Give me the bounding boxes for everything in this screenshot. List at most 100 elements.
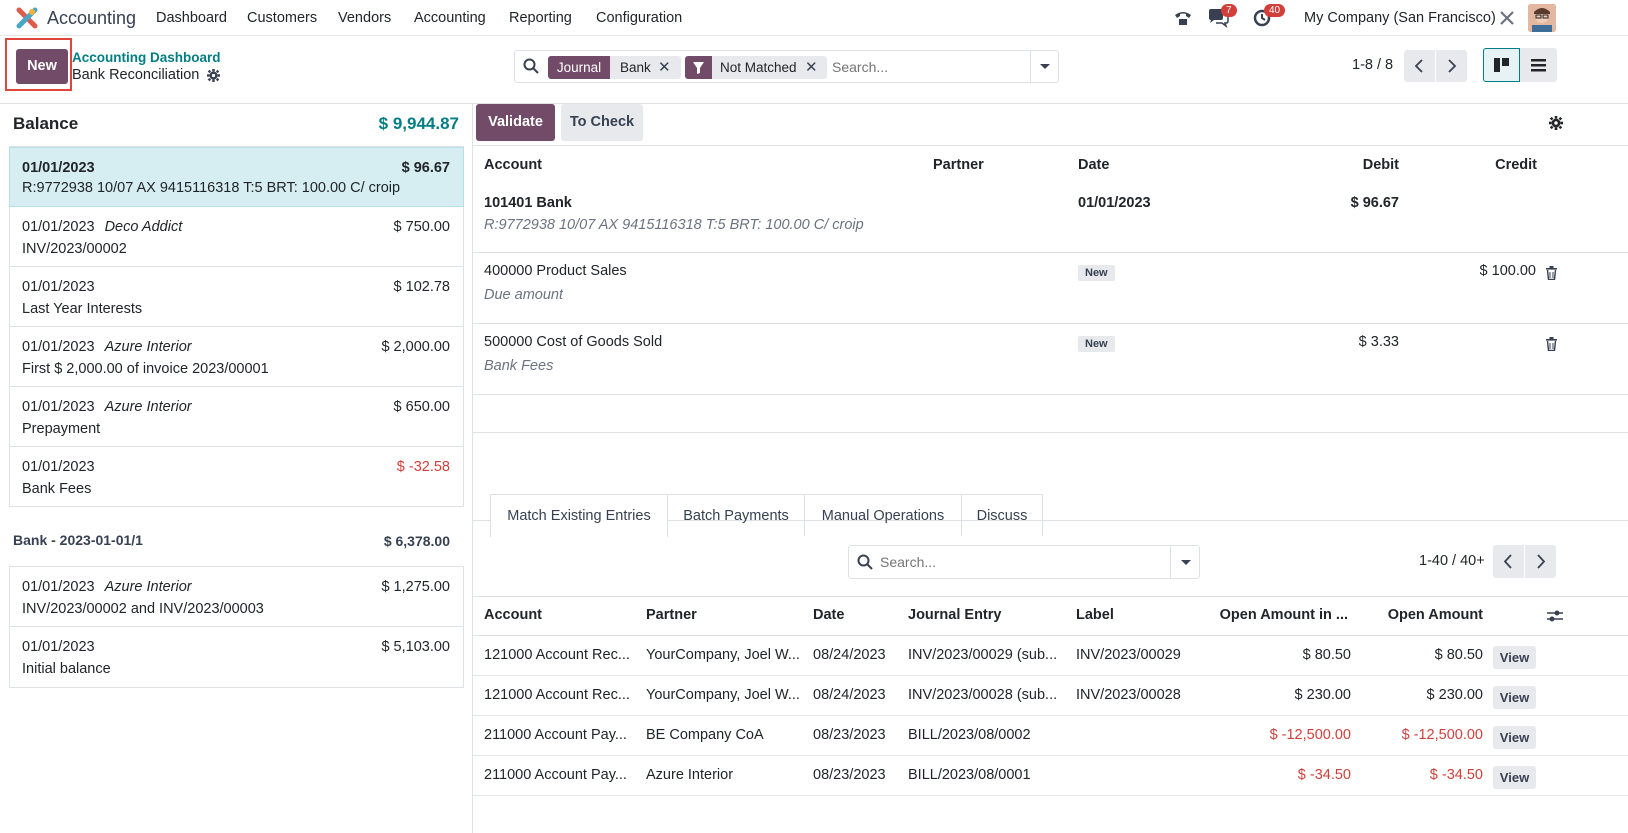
view-button[interactable]: View	[1493, 646, 1536, 669]
pager-next-button[interactable]	[1436, 50, 1467, 82]
line-partner: Azure Interior	[104, 399, 192, 415]
col-date: Date	[1078, 157, 1110, 173]
optional-columns-icon[interactable]	[1547, 609, 1563, 626]
match-pager-value[interactable]: 1-40 / 40+	[1419, 553, 1485, 569]
top-navbar: Accounting Dashboard Customers Vendors A…	[0, 0, 1628, 36]
statement-line[interactable]: 01/01/2023 $ -32.58 Bank Fees	[9, 447, 464, 507]
search-icon	[523, 58, 539, 77]
row-date: 08/23/2023	[813, 727, 886, 743]
entry-debit: $ 96.67	[1350, 195, 1399, 211]
row-label: INV/2023/00028	[1076, 687, 1181, 703]
pager-prev-button[interactable]	[1404, 50, 1435, 82]
line-date: 01/01/2023	[22, 279, 95, 295]
gear-icon[interactable]	[207, 69, 220, 85]
activities-badge: 40	[1264, 4, 1286, 17]
line-amount: $ 5,103.00	[381, 639, 450, 655]
statement-group-value: $ 6,378.00	[383, 533, 450, 549]
row-account: 211000 Account Pay...	[484, 727, 627, 743]
app-name[interactable]: Accounting	[47, 8, 136, 29]
row-journal-entry: INV/2023/00028 (sub...	[908, 687, 1058, 703]
statement-group-label[interactable]: Bank - 2023-01-01/1	[13, 532, 143, 548]
row-journal-entry: BILL/2023/08/0001	[908, 767, 1031, 783]
view-button[interactable]: View	[1493, 686, 1536, 709]
view-button[interactable]: View	[1493, 726, 1536, 749]
statement-line[interactable]: 01/01/2023 Azure Interior $ 2,000.00 Firs…	[9, 327, 464, 387]
line-account: 500000 Cost of Goods Sold	[484, 334, 663, 350]
menu-vendors[interactable]: Vendors	[338, 10, 391, 26]
settings-gear-icon[interactable]	[1549, 116, 1563, 133]
col-account[interactable]: Account	[484, 607, 542, 623]
statement-line[interactable]: 01/01/2023 Deco Addict $ 750.00 INV/2023/…	[9, 207, 464, 267]
kanban-view-button[interactable]	[1483, 48, 1520, 82]
statement-line[interactable]: 01/01/2023 $ 96.67 R:9772938 10/07 AX 94…	[9, 147, 464, 207]
trash-icon[interactable]	[1545, 337, 1558, 354]
line-amount: $ 1,275.00	[381, 579, 450, 595]
messages-badge: 7	[1221, 4, 1237, 17]
facet-journal-remove-icon[interactable]: ✕	[658, 56, 674, 79]
line-amount: $ 650.00	[393, 399, 450, 415]
entry-label: R:9772938 10/07 AX 9415116318 T:5 BRT: 1…	[484, 217, 864, 233]
col-journal-entry[interactable]: Journal Entry	[908, 607, 1001, 623]
line-account: 400000 Product Sales	[484, 263, 627, 279]
match-pager-prev-button[interactable]	[1493, 545, 1524, 578]
list-view-button[interactable]	[1520, 48, 1557, 82]
menu-dashboard[interactable]: Dashboard	[156, 10, 227, 26]
match-search-dropdown-toggle[interactable]	[1170, 545, 1200, 579]
line-amount: $ 96.67	[401, 160, 450, 176]
tab-batch-payments[interactable]: Batch Payments	[668, 494, 805, 536]
to-check-button[interactable]: To Check	[561, 104, 643, 141]
match-search-input[interactable]	[880, 550, 1160, 574]
line-date: 01/01/2023	[22, 579, 95, 595]
menu-reporting[interactable]: Reporting	[509, 10, 572, 26]
view-button[interactable]: View	[1493, 766, 1536, 789]
line-date: 01/01/2023	[22, 459, 95, 475]
match-pager-next-button[interactable]	[1525, 545, 1556, 578]
line-label: INV/2023/00002 and INV/2023/00003	[22, 601, 264, 617]
counterpart-row[interactable]	[473, 253, 1628, 324]
debug-tools-icon[interactable]	[1498, 9, 1516, 30]
empty-row	[473, 395, 1628, 433]
statement-line[interactable]: 01/01/2023 $ 102.78 Last Year Interests	[9, 267, 464, 327]
col-open-amount-currency[interactable]: Open Amount in ...	[1220, 607, 1348, 623]
col-partner: Partner	[933, 157, 984, 173]
facet-not-matched-remove-icon[interactable]: ✕	[805, 56, 821, 79]
menu-accounting[interactable]: Accounting	[414, 10, 486, 26]
trash-icon[interactable]	[1545, 266, 1558, 283]
tab-manual-operations[interactable]: Manual Operations	[805, 494, 962, 536]
pager-value[interactable]: 1-8 / 8	[1352, 57, 1393, 73]
row-date: 08/24/2023	[813, 647, 886, 663]
row-account: 121000 Account Rec...	[484, 647, 630, 663]
col-partner[interactable]: Partner	[646, 607, 697, 623]
breadcrumb-parent[interactable]: Accounting Dashboard	[72, 50, 221, 65]
row-open-amount-currency: $ -12,500.00	[1269, 727, 1351, 743]
search-dropdown-toggle[interactable]	[1030, 50, 1059, 83]
menu-customers[interactable]: Customers	[247, 10, 317, 26]
row-partner: YourCompany, Joel W...	[646, 687, 800, 703]
row-account: 121000 Account Rec...	[484, 687, 630, 703]
row-open-amount: $ -12,500.00	[1401, 727, 1483, 743]
tab-match-existing-entries[interactable]: Match Existing Entries	[490, 494, 668, 537]
statement-line[interactable]: 01/01/2023 Azure Interior $ 1,275.00 INV/…	[9, 567, 464, 627]
facet-filter-icon	[685, 56, 712, 79]
tab-discuss[interactable]: Discuss	[962, 494, 1043, 536]
right-toolbar-divider	[473, 145, 1628, 146]
menu-configuration[interactable]: Configuration	[596, 10, 682, 26]
validate-button[interactable]: Validate	[476, 104, 555, 141]
line-credit: $ 100.00	[1479, 263, 1536, 279]
row-open-amount: $ 80.50	[1434, 647, 1483, 663]
col-open-amount[interactable]: Open Amount	[1388, 607, 1483, 623]
new-button[interactable]: New	[16, 49, 68, 84]
row-journal-entry: INV/2023/00029 (sub...	[908, 647, 1058, 663]
search-input[interactable]	[832, 55, 1022, 79]
line-label: Bank Fees	[484, 358, 554, 374]
app-logo-icon[interactable]	[16, 7, 38, 29]
user-avatar[interactable]	[1528, 4, 1556, 32]
col-date[interactable]: Date	[813, 607, 844, 623]
company-switcher[interactable]: My Company (San Francisco)	[1304, 10, 1496, 26]
statement-line[interactable]: 01/01/2023 Azure Interior $ 650.00 Prepay…	[9, 387, 464, 447]
row-open-amount-currency: $ 230.00	[1294, 687, 1351, 703]
statement-line[interactable]: 01/01/2023 $ 5,103.00 Initial balance	[9, 627, 464, 688]
row-journal-entry: BILL/2023/08/0002	[908, 727, 1031, 743]
col-label[interactable]: Label	[1076, 607, 1114, 623]
phone-icon[interactable]	[1173, 8, 1193, 31]
